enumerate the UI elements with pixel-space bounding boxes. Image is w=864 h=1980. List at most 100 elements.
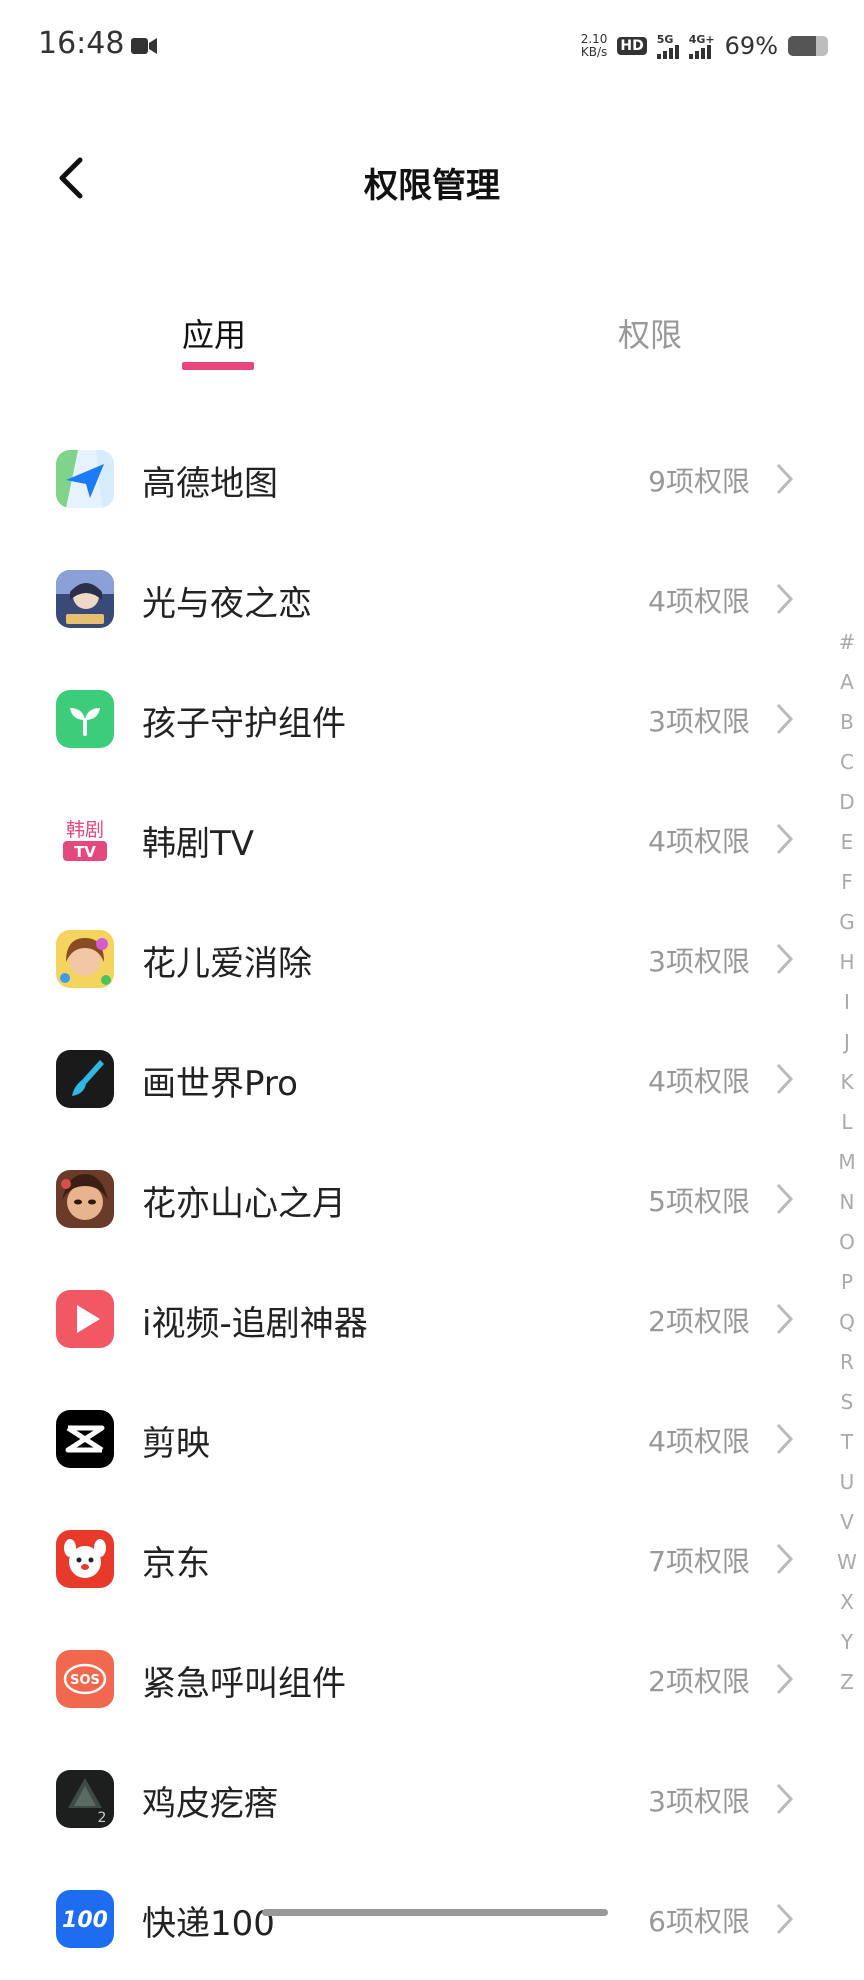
sprout-app-icon bbox=[56, 690, 114, 748]
list-item-jd[interactable]: 京东 7项权限 bbox=[0, 1500, 864, 1620]
page-title: 权限管理 bbox=[364, 166, 500, 206]
app-name: 剪映 bbox=[142, 1424, 210, 1464]
permission-count: 4项权限 bbox=[648, 825, 750, 858]
index-letter[interactable]: G bbox=[839, 902, 855, 942]
chevron-right-icon bbox=[776, 943, 794, 975]
index-letter[interactable]: U bbox=[840, 1462, 855, 1502]
index-letter[interactable]: # bbox=[839, 622, 856, 662]
index-letter[interactable]: O bbox=[839, 1222, 855, 1262]
index-letter[interactable]: A bbox=[840, 662, 854, 702]
index-letter[interactable]: R bbox=[840, 1342, 854, 1382]
paintbrush-app-icon bbox=[56, 1050, 114, 1108]
chevron-right-icon bbox=[776, 1063, 794, 1095]
active-tab-indicator bbox=[182, 362, 254, 370]
index-letter[interactable]: X bbox=[840, 1582, 854, 1622]
index-letter[interactable]: H bbox=[839, 942, 854, 982]
permission-count: 2项权限 bbox=[648, 1665, 750, 1698]
goosebumps-icon-text: 2 bbox=[98, 1810, 107, 1826]
list-item-huayi-shanxin[interactable]: 花亦山心之月 5项权限 bbox=[0, 1140, 864, 1260]
permission-count: 9项权限 bbox=[648, 465, 750, 498]
status-time: 16:48 bbox=[38, 26, 125, 61]
index-letter[interactable]: T bbox=[841, 1422, 853, 1462]
app-name: 高德地图 bbox=[142, 464, 278, 504]
permission-count: 4项权限 bbox=[648, 1065, 750, 1098]
list-item-painter-pro[interactable]: 画世界Pro 4项权限 bbox=[0, 1020, 864, 1140]
permission-count: 2项权限 bbox=[648, 1305, 750, 1338]
kuaidi100-app-icon: 100 bbox=[56, 1890, 114, 1948]
chevron-right-icon bbox=[776, 583, 794, 615]
permission-count: 3项权限 bbox=[648, 1785, 750, 1818]
alphabet-index-bar[interactable]: # A B C D E F G H I J K L M N O P Q R S T U V W X Y Z bbox=[830, 622, 864, 1702]
index-letter[interactable]: N bbox=[840, 1182, 855, 1222]
app-name: 孩子守护组件 bbox=[142, 704, 346, 744]
kuaidi-icon-text: 100 bbox=[62, 1908, 108, 1933]
list-item-light-and-night[interactable]: 光与夜之恋 4项权限 bbox=[0, 540, 864, 660]
index-letter[interactable]: Y bbox=[841, 1622, 853, 1662]
index-letter[interactable]: C bbox=[840, 742, 854, 782]
app-name: 花儿爱消除 bbox=[142, 944, 312, 984]
permission-count: 6项权限 bbox=[648, 1905, 750, 1938]
index-letter[interactable]: B bbox=[840, 702, 854, 742]
battery-level bbox=[788, 36, 816, 56]
app-name: 京东 bbox=[142, 1544, 210, 1584]
list-item-ivideo[interactable]: i视频-追剧神器 2项权限 bbox=[0, 1260, 864, 1380]
home-indicator[interactable] bbox=[262, 1909, 608, 1916]
list-item-hanju-tv[interactable]: 韩剧 TV 韩剧TV 4项权限 bbox=[0, 780, 864, 900]
index-letter[interactable]: F bbox=[841, 862, 853, 902]
list-item-child-guard[interactable]: 孩子守护组件 3项权限 bbox=[0, 660, 864, 780]
index-letter[interactable]: J bbox=[844, 1022, 850, 1062]
chevron-right-icon bbox=[776, 463, 794, 495]
hanju-icon-text: 韩剧 bbox=[66, 819, 104, 841]
index-letter[interactable]: S bbox=[841, 1382, 854, 1422]
list-item-emergency-call[interactable]: SOS 紧急呼叫组件 2项权限 bbox=[0, 1620, 864, 1740]
index-letter[interactable]: Z bbox=[840, 1662, 854, 1702]
chevron-right-icon bbox=[776, 823, 794, 855]
index-letter[interactable]: W bbox=[837, 1542, 857, 1582]
tab-permissions[interactable]: 权限 bbox=[618, 310, 682, 356]
list-item-capcut[interactable]: 剪映 4项权限 bbox=[0, 1380, 864, 1500]
chevron-right-icon bbox=[776, 1663, 794, 1695]
app-name: 光与夜之恋 bbox=[142, 584, 312, 624]
index-letter[interactable]: Q bbox=[839, 1302, 855, 1342]
list-item-flower-match[interactable]: 花儿爱消除 3项权限 bbox=[0, 900, 864, 1020]
sos-app-icon: SOS bbox=[56, 1650, 114, 1708]
index-letter[interactable]: K bbox=[840, 1062, 853, 1102]
chevron-right-icon bbox=[776, 1183, 794, 1215]
index-letter[interactable]: V bbox=[840, 1502, 854, 1542]
chevron-right-icon bbox=[776, 1423, 794, 1455]
permission-count: 7项权限 bbox=[648, 1545, 750, 1578]
hd-badge: HD bbox=[617, 37, 647, 55]
chevron-right-icon bbox=[776, 1783, 794, 1815]
chevron-right-icon bbox=[776, 1543, 794, 1575]
capcut-app-icon bbox=[56, 1410, 114, 1468]
battery-icon bbox=[788, 36, 828, 56]
video-camera-icon bbox=[131, 38, 157, 54]
permission-count: 5项权限 bbox=[648, 1185, 750, 1218]
flower-match-app-icon bbox=[56, 930, 114, 988]
index-letter[interactable]: M bbox=[838, 1142, 855, 1182]
signal-bars-icon bbox=[656, 44, 679, 59]
hanju-icon-tv-text: TV bbox=[74, 843, 96, 861]
top-app-bar: 权限管理 bbox=[0, 140, 864, 220]
index-letter[interactable]: E bbox=[841, 822, 854, 862]
sos-icon-text: SOS bbox=[70, 1673, 100, 1688]
app-name: 花亦山心之月 bbox=[142, 1184, 346, 1224]
sim2-signal: 4G+ bbox=[688, 34, 715, 59]
play-button-app-icon bbox=[56, 1290, 114, 1348]
index-letter[interactable]: L bbox=[841, 1102, 852, 1142]
chevron-right-icon bbox=[776, 1903, 794, 1935]
list-item-kuaidi100[interactable]: 100 快递100 6项权限 bbox=[0, 1860, 864, 1980]
index-letter[interactable]: D bbox=[839, 782, 854, 822]
index-letter[interactable]: I bbox=[844, 982, 850, 1022]
status-indicators: 2.10 KB/s HD 5G 4G+ 69% bbox=[581, 28, 828, 64]
network-speed: 2.10 KB/s bbox=[580, 32, 608, 59]
tab-bar: 应用 权限 bbox=[0, 310, 864, 380]
list-item-goosebumps[interactable]: 2 鸡皮疙瘩 3项权限 bbox=[0, 1740, 864, 1860]
app-name: 紧急呼叫组件 bbox=[142, 1664, 346, 1704]
huayi-shanxin-app-icon bbox=[56, 1170, 114, 1228]
app-permission-list: 高德地图 9项权限 光与夜之恋 4项权限 孩子守护组件 3项权限 韩剧 TV 韩… bbox=[0, 420, 864, 1980]
index-letter[interactable]: P bbox=[841, 1262, 853, 1302]
list-item-amap[interactable]: 高德地图 9项权限 bbox=[0, 420, 864, 540]
goosebumps-app-icon: 2 bbox=[56, 1770, 114, 1828]
tab-apps[interactable]: 应用 bbox=[182, 310, 246, 356]
